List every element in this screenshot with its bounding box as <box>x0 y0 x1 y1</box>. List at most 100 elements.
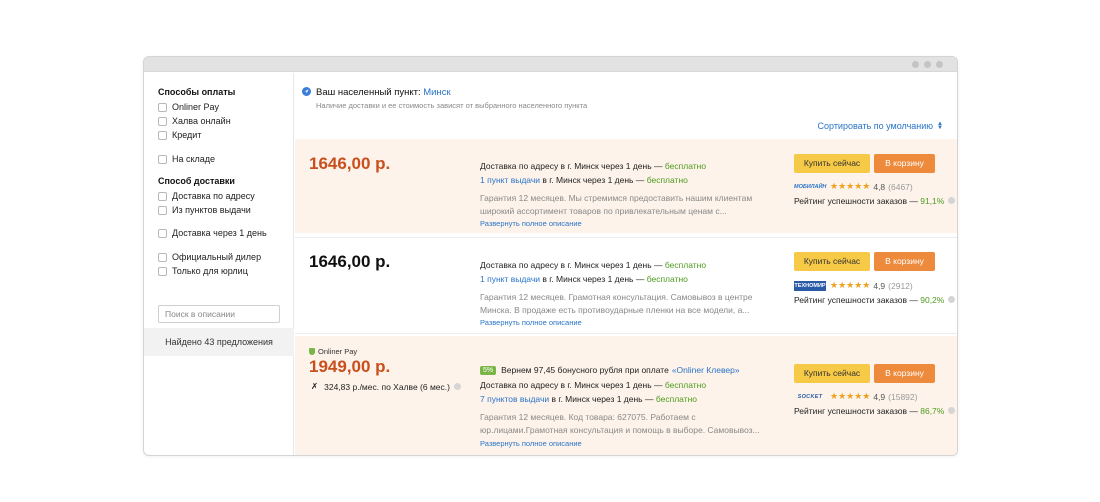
location-city-link[interactable]: Минск <box>423 87 450 98</box>
pickup-free: бесплатно <box>655 394 698 404</box>
checkbox[interactable] <box>158 205 167 215</box>
shop-logo[interactable]: МОБИЛАЙН <box>794 182 826 192</box>
buy-now-button[interactable]: Купить сейчас <box>794 154 870 173</box>
rating-stars-icon: ★★★★★ <box>830 391 871 401</box>
pickup-free: бесплатно <box>646 175 688 185</box>
offer-row: Onliner Pay 1949,00 р. ✗ 324,83 р./мес. … <box>295 336 957 455</box>
pickup-link[interactable]: 1 пункт выдачи <box>480 175 540 185</box>
filter-delivery-address[interactable]: Доставка по адресу <box>158 190 255 202</box>
info-icon[interactable] <box>948 296 956 303</box>
pickup-link[interactable]: 7 пунктов выдачи <box>480 394 549 404</box>
filter-credit[interactable]: Кредит <box>158 129 201 141</box>
location-label: Ваш населенный пункт: <box>316 87 421 98</box>
expand-description-link[interactable]: Развернуть полное описание <box>480 219 582 228</box>
filter-official-dealer[interactable]: Официальный дилер <box>158 251 261 263</box>
offer-price: 1646,00 р. <box>309 154 391 173</box>
bonus-line: 5% Вернем 97,45 бонусного рубля при опла… <box>480 365 740 375</box>
pickup-line: 7 пунктов выдачи в г. Минск через 1 день… <box>480 394 697 404</box>
success-rating: Рейтинг успешности заказов — 86,7% <box>794 406 956 416</box>
info-icon[interactable] <box>948 197 956 204</box>
filter-in-stock[interactable]: На складе <box>158 153 215 165</box>
description-search-input[interactable]: Поиск в описании <box>158 305 280 323</box>
filter-delivery-1day[interactable]: Доставка через 1 день <box>158 227 267 239</box>
shield-icon <box>309 348 315 355</box>
add-to-cart-button[interactable]: В корзину <box>874 154 935 173</box>
info-icon[interactable] <box>948 407 956 414</box>
filter-pickup[interactable]: Из пунктов выдачи <box>158 204 251 216</box>
offer-description: Гарантия 12 месяцев. Грамотная консульта… <box>480 292 753 315</box>
location-note: Наличие доставки и ее стоимость зависят … <box>316 101 588 110</box>
reviews-count[interactable]: (2912) <box>888 281 913 291</box>
filter-label: Доставка по адресу <box>172 191 255 201</box>
checkbox[interactable] <box>158 191 167 201</box>
filter-halva[interactable]: Халва онлайн <box>158 115 231 127</box>
shop-logo[interactable]: SOCKET <box>794 392 826 402</box>
success-pct: 90,2% <box>920 295 945 305</box>
success-pct: 91,1% <box>920 196 945 206</box>
delivery-text: Доставка по адресу в г. Минск через 1 де… <box>480 161 665 171</box>
offers-main: Ваш населенный пункт: Минск Наличие дост… <box>295 73 957 455</box>
filter-label: Халва онлайн <box>172 116 231 126</box>
checkbox[interactable] <box>158 228 167 238</box>
shop-logo[interactable]: ТЕХНОМИР <box>794 280 826 291</box>
window-dot-icon[interactable] <box>936 61 943 68</box>
expand-description-link[interactable]: Развернуть полное описание <box>480 439 582 448</box>
filter-label: Кредит <box>172 130 202 140</box>
offer-row: 1646,00 р. Доставка по адресу в г. Минск… <box>295 139 957 233</box>
filter-label: Официальный дилер <box>172 252 262 262</box>
reviews-count[interactable]: (6467) <box>888 182 913 192</box>
location-icon <box>302 87 311 96</box>
onliner-pay-badge: Onliner Pay <box>309 347 357 356</box>
bonus-text: Вернем 97,45 бонусного рубля при оплате <box>501 365 669 375</box>
success-rating: Рейтинг успешности заказов — 91,1% <box>794 196 956 206</box>
buy-now-button[interactable]: Купить сейчас <box>794 364 870 383</box>
filter-legal-only[interactable]: Только для юрлиц <box>158 265 248 277</box>
add-to-cart-button[interactable]: В корзину <box>874 252 935 271</box>
pickup-text: в г. Минск через 1 день — <box>549 394 656 404</box>
browser-window: Способы оплаты Onliner Pay Халва онлайн … <box>143 56 958 456</box>
delivery-address-line: Доставка по адресу в г. Минск через 1 де… <box>480 260 706 270</box>
filter-label: На складе <box>172 154 216 164</box>
sort-label: Сортировать по умолчанию <box>817 121 934 131</box>
filter-label: Только для юрлиц <box>172 266 248 276</box>
filter-onliner-pay[interactable]: Onliner Pay <box>158 101 219 113</box>
offer-price: 1949,00 р. <box>309 357 391 376</box>
success-label: Рейтинг успешности заказов — <box>794 295 921 305</box>
buy-now-button[interactable]: Купить сейчас <box>794 252 870 271</box>
filters-sidebar: Способы оплаты Onliner Pay Халва онлайн … <box>144 73 294 455</box>
bonus-link[interactable]: «Onliner Клевер» <box>672 365 740 375</box>
window-dot-icon[interactable] <box>924 61 931 68</box>
checkbox[interactable] <box>158 154 167 164</box>
window-dot-icon[interactable] <box>912 61 919 68</box>
filter-label: Из пунктов выдачи <box>172 205 251 215</box>
found-count: Найдено 43 предложения <box>144 328 294 356</box>
checkbox[interactable] <box>158 116 167 126</box>
rating-value: 4,8 <box>873 181 886 192</box>
shop-rating: МОБИЛАЙН ★★★★★ 4,8 (6467) <box>794 181 913 192</box>
pickup-line: 1 пункт выдачи в г. Минск через 1 день —… <box>480 274 688 284</box>
add-to-cart-button[interactable]: В корзину <box>874 364 935 383</box>
checkbox[interactable] <box>158 266 167 276</box>
checkbox[interactable] <box>158 130 167 140</box>
delivery-free: бесплатно <box>664 161 707 171</box>
delivery-address-line: Доставка по адресу в г. Минск через 1 де… <box>480 161 706 171</box>
pay-badge-label: Onliner Pay <box>318 347 358 356</box>
pickup-free: бесплатно <box>646 274 688 284</box>
sort-arrows-icon: ▲ ▼ <box>937 121 943 131</box>
expand-description-link[interactable]: Развернуть полное описание <box>480 318 582 327</box>
checkbox[interactable] <box>158 102 167 112</box>
success-rating: Рейтинг успешности заказов — 90,2% <box>794 295 956 305</box>
delivery-address-line: Доставка по адресу в г. Минск через 1 де… <box>480 380 706 390</box>
bonus-badge: 5% <box>480 365 497 375</box>
success-label: Рейтинг успешности заказов — <box>794 406 921 416</box>
offer-row: 1646,00 р. Доставка по адресу в г. Минск… <box>295 237 957 334</box>
rating-stars-icon: ★★★★★ <box>830 181 871 191</box>
checkbox[interactable] <box>158 252 167 262</box>
success-label: Рейтинг успешности заказов — <box>794 196 921 206</box>
rating-stars-icon: ★★★★★ <box>830 280 871 290</box>
reviews-count[interactable]: (15892) <box>888 392 917 402</box>
sort-dropdown[interactable]: Сортировать по умолчанию ▲ ▼ <box>818 121 944 131</box>
halva-text: 324,83 р./мес. по Халве (6 мес.) <box>324 381 450 392</box>
info-icon[interactable] <box>453 383 461 390</box>
pickup-link[interactable]: 1 пункт выдачи <box>480 274 540 284</box>
